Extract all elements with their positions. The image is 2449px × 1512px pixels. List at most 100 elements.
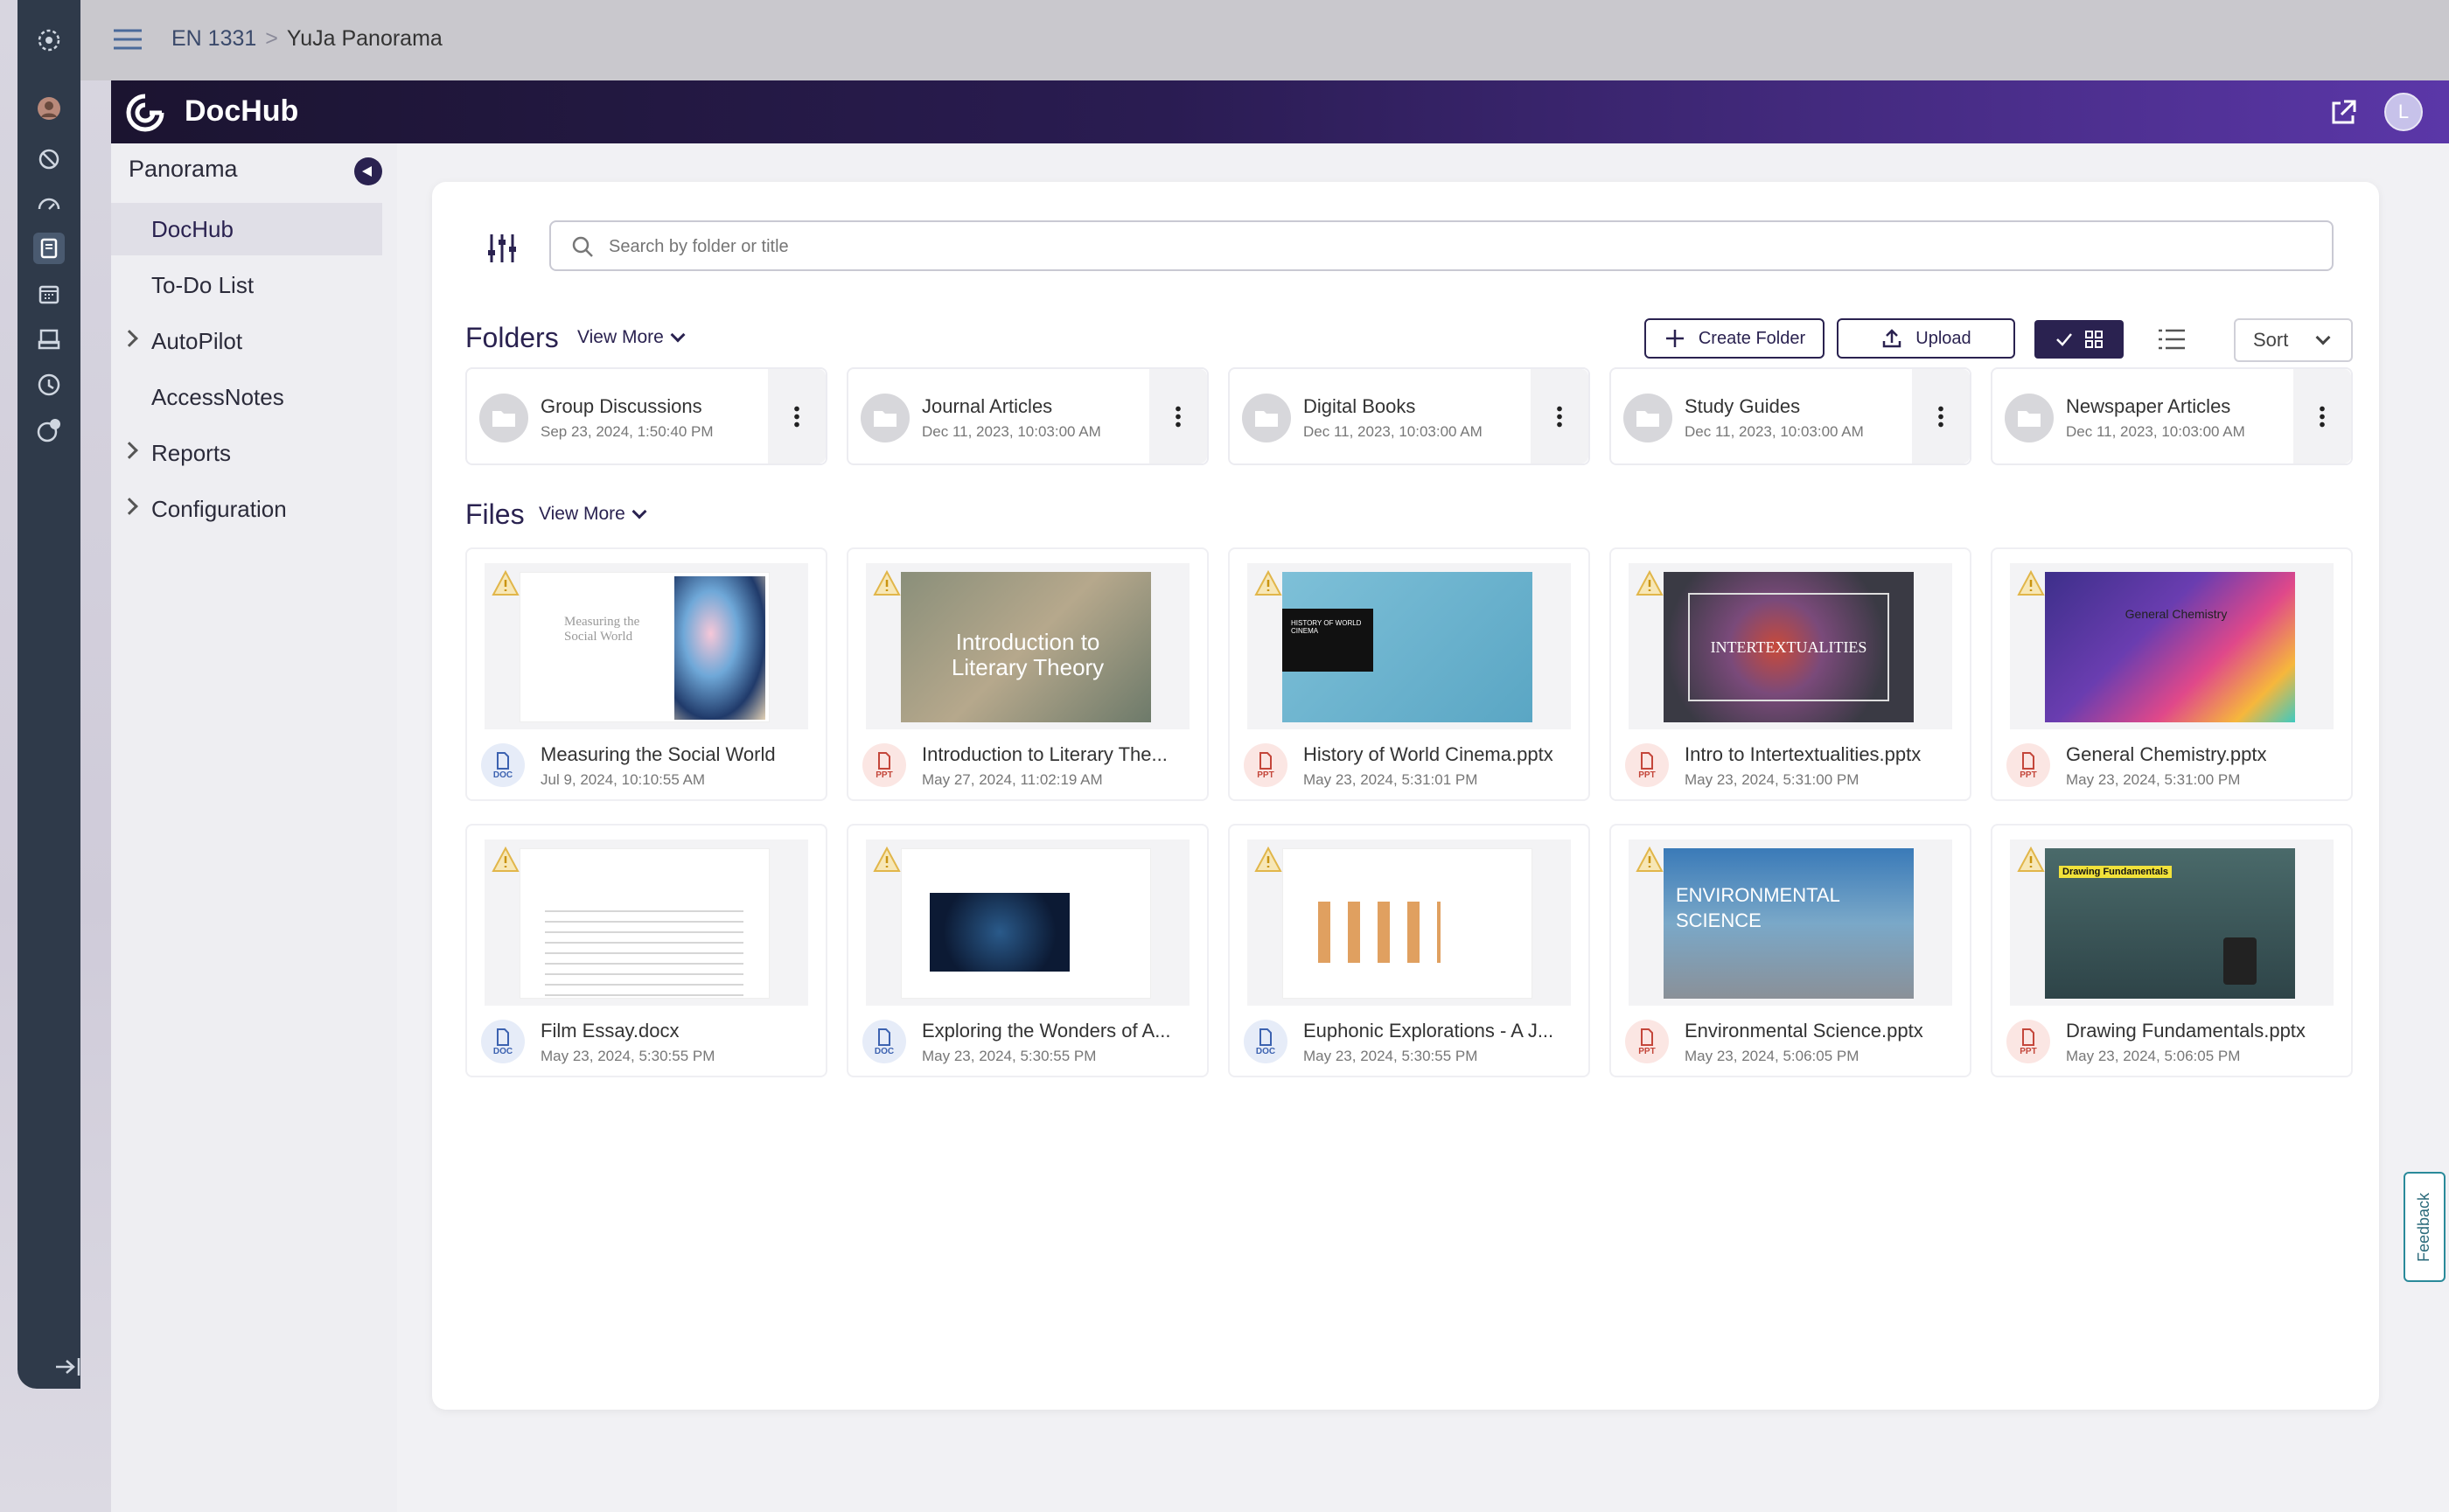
chevron-down-icon (631, 504, 647, 519)
expand-rail-icon[interactable] (52, 1354, 84, 1380)
folder-card[interactable]: Group Discussions Sep 23, 2024, 1:50:40 … (465, 367, 827, 465)
sidebar-item-dochub[interactable]: DocHub (111, 203, 382, 255)
folder-more-options-button[interactable] (2293, 369, 2351, 463)
document-page-preview (520, 848, 770, 999)
breadcrumb-course-link[interactable]: EN 1331 (171, 26, 256, 51)
file-name: Euphonic Explorations - A J... (1303, 1020, 1554, 1042)
sidebar-item-autopilot[interactable]: AutoPilot (111, 315, 382, 367)
upload-icon (1883, 329, 1901, 348)
open-external-icon[interactable] (2327, 96, 2360, 129)
feedback-button[interactable]: Feedback (2404, 1172, 2446, 1282)
folder-name: Journal Articles (922, 395, 1053, 417)
file-type-label: PPT (1638, 1046, 1656, 1056)
folder-more-options-button[interactable] (1531, 369, 1588, 463)
file-card[interactable]: Introduction to Literary Theory PPT Intr… (847, 547, 1209, 801)
user-avatar[interactable]: L (2384, 93, 2423, 131)
file-card[interactable]: ENVIRONMENTAL SCIENCE PPT Environmental … (1609, 824, 1971, 1077)
file-date: May 23, 2024, 5:30:55 PM (541, 1048, 715, 1064)
space-image (930, 893, 1070, 972)
file-thumbnail (485, 840, 808, 1006)
folder-date: Sep 23, 2024, 1:50:40 PM (541, 423, 714, 440)
file-type-label: PPT (1638, 770, 1656, 780)
folder-name: Study Guides (1685, 395, 1801, 417)
view-more-label: View More (539, 504, 625, 524)
chevron-right-icon (121, 330, 138, 347)
help-notification-icon[interactable] (33, 415, 65, 446)
file-thumbnail: General Chemistry (2010, 563, 2334, 729)
file-card[interactable]: HISTORY OF WORLD CINEMA PPT History of W… (1228, 547, 1590, 801)
file-date: May 23, 2024, 5:31:00 PM (2066, 771, 2241, 788)
file-card[interactable]: Measuring the Social World DOC Measuring… (465, 547, 827, 801)
slide-preview: General Chemistry (2045, 572, 2295, 722)
file-name: Measuring the Social World (541, 743, 776, 765)
grid-view-toggle[interactable] (2034, 320, 2124, 359)
chevron-down-icon (670, 327, 686, 343)
dochub-panel: Folders View More Create Folder Upload S… (432, 182, 2379, 1410)
admin-shield-icon[interactable] (33, 143, 65, 175)
sort-dropdown[interactable]: Sort (2234, 318, 2353, 362)
folder-date: Dec 11, 2023, 10:03:00 AM (2066, 423, 2245, 440)
upload-button[interactable]: Upload (1837, 318, 2015, 359)
courses-book-icon[interactable] (33, 233, 65, 264)
file-thumbnail: ENVIRONMENTAL SCIENCE (1629, 840, 1952, 1006)
folders-view-more[interactable]: View More (577, 327, 686, 348)
folder-card[interactable]: Digital Books Dec 11, 2023, 10:03:00 AM (1228, 367, 1590, 465)
calendar-icon[interactable] (33, 278, 65, 310)
file-name: Drawing Fundamentals.pptx (2066, 1020, 2306, 1042)
app-title: DocHub (185, 94, 299, 128)
slide-preview: ENVIRONMENTAL SCIENCE (1664, 848, 1914, 999)
folder-date: Dec 11, 2023, 10:03:00 AM (922, 423, 1101, 440)
account-avatar-icon[interactable] (33, 93, 65, 124)
files-view-more[interactable]: View More (539, 504, 647, 525)
more-vertical-icon (1557, 405, 1562, 428)
warning-icon (1636, 847, 1664, 872)
files-heading: Files (465, 498, 525, 530)
list-view-icon[interactable] (2157, 325, 2187, 353)
institution-logo-icon[interactable] (33, 24, 65, 56)
file-date: May 23, 2024, 5:31:01 PM (1303, 771, 1478, 788)
sidebar-item-accessnotes[interactable]: AccessNotes (111, 371, 382, 423)
file-card[interactable]: General Chemistry PPT General Chemistry.… (1991, 547, 2353, 801)
search-bar (549, 220, 2334, 271)
file-name: Environmental Science.pptx (1685, 1020, 1923, 1042)
folder-icon (479, 394, 528, 442)
chevron-right-icon (121, 498, 138, 515)
file-thumbnail (1247, 840, 1571, 1006)
file-thumbnail: HISTORY OF WORLD CINEMA (1247, 563, 1571, 729)
feedback-label: Feedback (2415, 1192, 2433, 1262)
sidebar-item-todo-list[interactable]: To-Do List (111, 259, 382, 311)
sidebar-item-label: Configuration (151, 495, 287, 522)
check-icon (2056, 333, 2072, 346)
sidebar-item-configuration[interactable]: Configuration (111, 483, 382, 535)
file-card[interactable]: Drawing Fundamentals PPT Drawing Fundame… (1991, 824, 2353, 1077)
filter-sliders-icon[interactable] (485, 231, 520, 266)
sidebar-item-label: DocHub (151, 215, 234, 242)
collapse-sidebar-button[interactable] (354, 157, 382, 185)
folder-card[interactable]: Newspaper Articles Dec 11, 2023, 10:03:0… (1991, 367, 2353, 465)
file-date: Jul 9, 2024, 10:10:55 AM (541, 771, 706, 788)
file-type-label: DOC (874, 1046, 895, 1056)
folder-card[interactable]: Study Guides Dec 11, 2023, 10:03:00 AM (1609, 367, 1971, 465)
dashboard-gauge-icon[interactable] (33, 189, 65, 220)
file-card[interactable]: INTERTEXTUALITIES PPT Intro to Intertext… (1609, 547, 1971, 801)
thumbnail-title-text: General Chemistry (2125, 607, 2228, 621)
folder-more-options-button[interactable] (1149, 369, 1207, 463)
file-card[interactable]: DOC Exploring the Wonders of A... May 23… (847, 824, 1209, 1077)
folder-card[interactable]: Journal Articles Dec 11, 2023, 10:03:00 … (847, 367, 1209, 465)
sidebar-item-reports[interactable]: Reports (111, 427, 382, 479)
file-card[interactable]: DOC Euphonic Explorations - A J... May 2… (1228, 824, 1590, 1077)
sidebar-item-label: To-Do List (151, 271, 255, 298)
hamburger-menu-icon[interactable] (112, 26, 143, 52)
create-folder-button[interactable]: Create Folder (1644, 318, 1825, 359)
inbox-icon[interactable] (33, 324, 65, 355)
history-clock-icon[interactable] (33, 369, 65, 401)
file-card[interactable]: DOC Film Essay.docx May 23, 2024, 5:30:5… (465, 824, 827, 1077)
thumbnail-title-text: INTERTEXTUALITIES (1688, 593, 1889, 701)
app-header: DocHub L (111, 80, 2449, 143)
folder-more-options-button[interactable] (1912, 369, 1970, 463)
file-type-label: DOC (492, 770, 513, 780)
slide-preview: Introduction to Literary Theory (901, 572, 1151, 722)
search-input[interactable] (609, 229, 2271, 264)
folder-more-options-button[interactable] (768, 369, 826, 463)
file-thumbnail: Introduction to Literary Theory (866, 563, 1190, 729)
